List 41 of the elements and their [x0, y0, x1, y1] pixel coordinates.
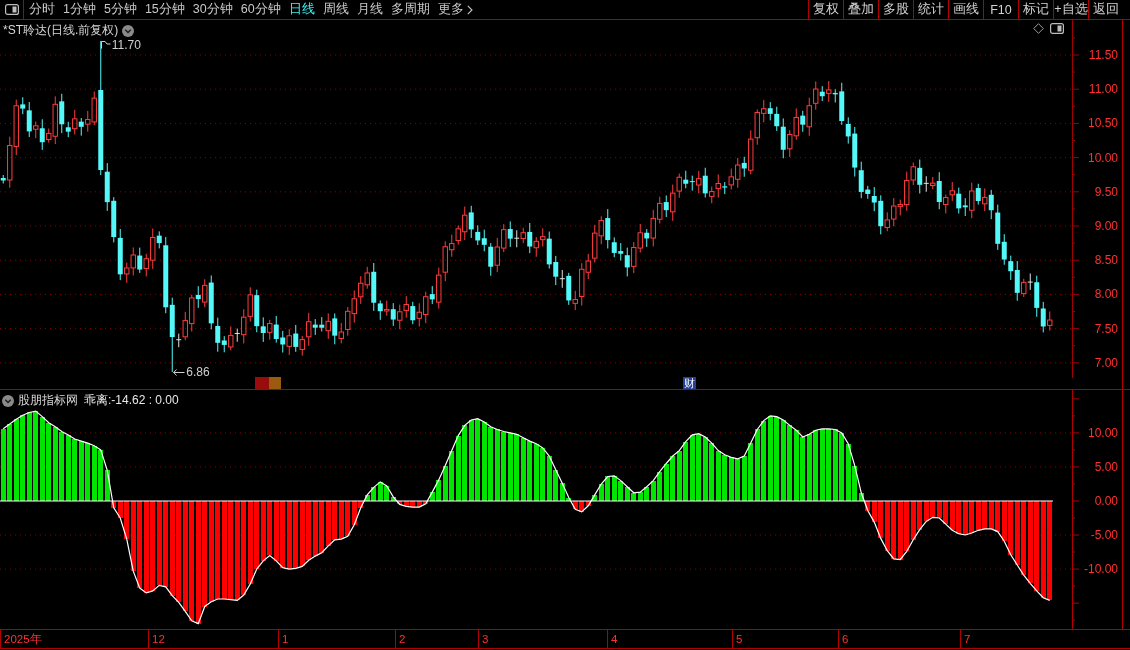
period-tab[interactable]: 5分钟	[99, 0, 141, 19]
price-axis-label: 9.00	[1094, 219, 1118, 233]
time-axis-label: 2	[395, 630, 408, 648]
price-axis-label: 10.50	[1087, 116, 1118, 130]
sidebar-icon	[4, 4, 19, 15]
period-tab[interactable]: 60分钟	[236, 0, 285, 19]
price-axis-label: 7.00	[1094, 356, 1118, 370]
chevron-right-icon	[466, 4, 473, 15]
period-tab[interactable]: 15分钟	[140, 0, 189, 19]
time-axis-label: 5	[732, 630, 745, 648]
period-tab[interactable]: 日线	[284, 0, 319, 19]
period-tab[interactable]: 更多	[433, 0, 477, 19]
period-tab[interactable]: 周线	[318, 0, 353, 19]
indicator-axis-label: 0.00	[1094, 494, 1118, 508]
time-axis-label: 3	[478, 630, 491, 648]
price-axis-label: 11.00	[1088, 82, 1118, 96]
chevron-down-icon[interactable]	[2, 394, 14, 407]
indicator-axis-label: 5.00	[1094, 460, 1118, 474]
period-tab[interactable]: 多周期	[386, 0, 434, 19]
time-axis-label: 6	[838, 630, 851, 648]
price-axis-label: 11.50	[1088, 48, 1118, 62]
indicator-axis-label: -5.00	[1090, 528, 1118, 542]
indicator-readout: 乖离:-14.62 : 0.00	[84, 392, 179, 409]
toolbar-button[interactable]: +自选	[1053, 0, 1088, 19]
time-axis-label: 1	[278, 630, 291, 648]
price-axis-label: 8.00	[1094, 287, 1118, 301]
period-tab[interactable]: 分时	[25, 0, 59, 19]
price-axis-label: 10.00	[1087, 151, 1118, 165]
indicator-axis-label: -10.00	[1083, 562, 1118, 576]
time-axis-label: 2025年	[0, 630, 44, 648]
period-tab[interactable]: 1分钟	[59, 0, 100, 19]
time-axis-label: 7	[960, 630, 973, 648]
indicator-name: 股朋指标网	[18, 392, 78, 409]
time-axis-label: 4	[607, 630, 620, 648]
time-axis-label: 12	[148, 630, 167, 648]
period-tab[interactable]: 30分钟	[188, 0, 237, 19]
price-axis-label: 8.50	[1094, 253, 1118, 267]
price-axis-label: 9.50	[1094, 185, 1118, 199]
indicator-axis-label: 10.00	[1087, 426, 1118, 440]
price-axis-label: 7.50	[1094, 322, 1118, 336]
period-tab[interactable]: 月线	[352, 0, 387, 19]
